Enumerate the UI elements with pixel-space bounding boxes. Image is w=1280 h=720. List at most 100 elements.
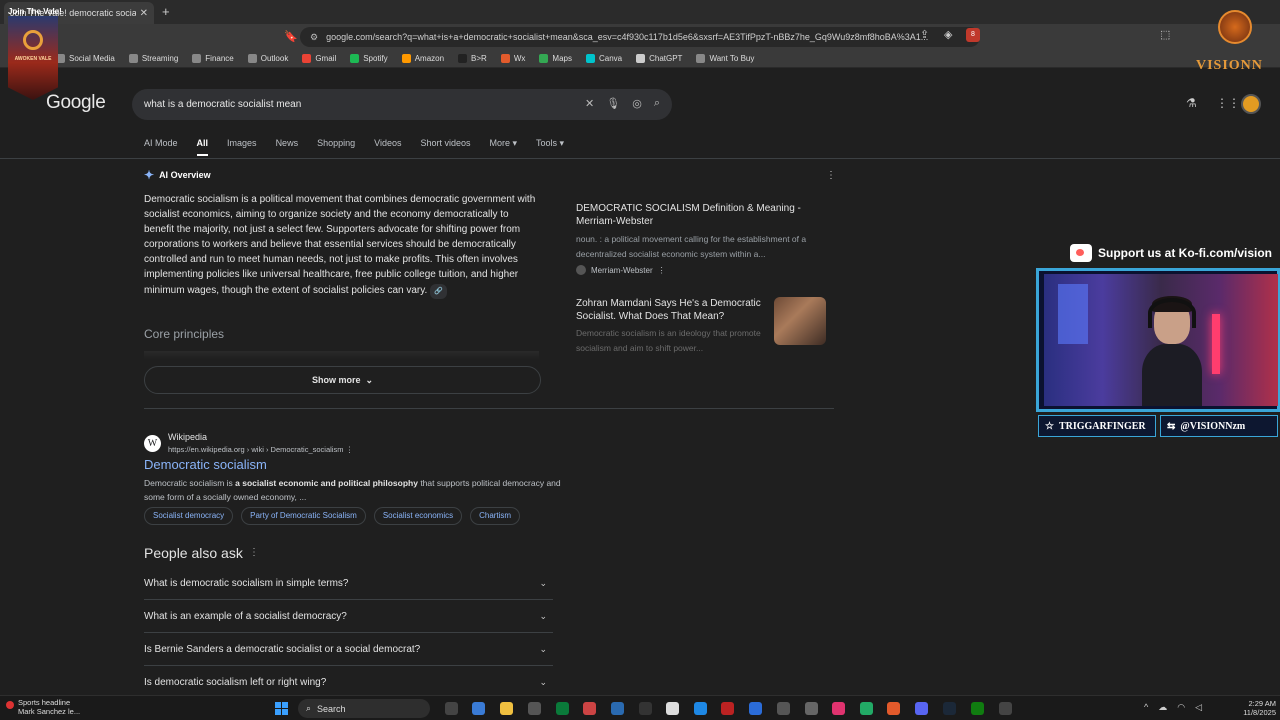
apps-grid-icon[interactable]: ⋮⋮ [1216,96,1240,110]
search-icon[interactable]: ⌕ [654,97,660,110]
bookmark-item[interactable]: Gmail [302,54,336,63]
close-icon[interactable]: ✕ [140,8,148,19]
related-chip[interactable]: Party of Democratic Socialism [241,507,366,525]
bookmark-item[interactable]: Amazon [401,54,444,63]
tab-short-videos[interactable]: Short videos [420,138,470,156]
tab-videos[interactable]: Videos [374,138,401,156]
app-icon[interactable] [860,702,873,715]
streamer [1142,294,1202,406]
app-icon[interactable] [666,702,679,715]
bookmark-icon [500,54,510,63]
labs-icon[interactable]: ⚗ [1186,96,1197,110]
related-chip[interactable]: Socialist democracy [144,507,234,525]
site-info-icon[interactable]: ⚙ [310,32,318,43]
app-icon[interactable] [583,702,596,715]
bookmark-item[interactable]: ChatGPT [636,54,682,63]
address-bar[interactable]: ⚙ google.com/search?q=what+is+a+democrat… [300,27,980,47]
clock[interactable]: 2:29 AM 11/8/2025 [1236,699,1276,717]
wifi-icon[interactable]: ◠ [1177,702,1185,713]
new-tab-icon[interactable]: + [162,4,170,19]
lens-icon[interactable]: ◎ [632,97,642,110]
tab-news[interactable]: News [276,138,299,156]
chevron-down-icon: ⌄ [365,374,374,385]
more-options-icon[interactable]: ⋮ [658,266,666,275]
bookmark-icon [539,54,549,63]
task-view-icon[interactable] [445,702,458,715]
result-url[interactable]: https://en.wikipedia.org › wiki › Democr… [168,445,353,454]
app-icon[interactable] [749,702,762,715]
bookmark-item[interactable]: Finance [192,54,234,63]
app-icon[interactable] [556,702,569,715]
taskbar-search[interactable]: ⌕ Search [298,699,430,718]
file-explorer-icon[interactable] [500,702,513,715]
bookmark-icon [128,54,138,63]
extension-icon[interactable]: ◈ [944,28,952,41]
result-site-name[interactable]: Wikipedia [168,432,207,442]
bookmark-item[interactable]: Spotify [350,54,388,63]
source-thumbnail[interactable] [774,297,826,345]
tab-more[interactable]: More ▾ [490,138,518,156]
star-icon: ☆ [1045,420,1054,432]
volume-icon[interactable]: ◁ [1195,702,1202,713]
app-icon[interactable] [639,702,652,715]
show-more-button[interactable]: Show more ⌄ [144,366,541,394]
share-icon[interactable]: ⇪ [920,28,929,41]
bookmark-item[interactable]: Social Media [56,54,115,63]
google-logo[interactable]: Google [46,92,106,114]
tab-ai-mode[interactable]: AI Mode [144,138,178,156]
bookmark-icon [585,54,595,63]
app-icon[interactable] [999,702,1012,715]
app-icon[interactable] [805,702,818,715]
vision-logo: VISIONN [1190,0,1280,80]
brave-icon[interactable] [887,702,900,715]
paa-question[interactable]: Is Bernie Sanders a democratic socialist… [144,633,553,666]
chevron-down-icon: ⌄ [539,676,547,687]
related-chip[interactable]: Socialist economics [373,507,463,525]
tab-all[interactable]: All [196,138,209,156]
chevron-up-icon[interactable]: ^ [1144,702,1148,713]
discord-icon[interactable] [915,702,928,715]
paa-question[interactable]: What is democratic socialism in simple t… [144,567,553,600]
source-title[interactable]: DEMOCRATIC SOCIALISM Definition & Meanin… [576,203,816,228]
related-chip[interactable]: Chartism [470,507,521,525]
edge-icon[interactable] [694,702,707,715]
bookmark-item[interactable]: Outlook [247,54,288,63]
bookmark-icon[interactable]: 🔖 [284,30,298,43]
bookmark-item[interactable]: Wx [500,54,525,63]
bookmark-item[interactable]: Want To Buy [696,54,754,63]
link-icon[interactable]: 🔗 [430,283,447,299]
source-site[interactable]: Merriam-Webster ⋮ [576,265,666,275]
more-options-icon[interactable]: ⋮ [346,445,354,454]
windows-start-icon[interactable] [275,702,288,715]
xbox-icon[interactable] [971,702,984,715]
extension-badge[interactable]: 8 [966,28,980,42]
cloud-icon[interactable]: ☁ [1158,702,1167,713]
terminal-icon[interactable] [528,702,541,715]
app-icon[interactable] [721,702,734,715]
more-options-icon[interactable]: ⋮ [826,170,836,181]
bookmark-item[interactable]: Streaming [128,54,178,63]
download-icon[interactable]: ⬚ [1160,28,1170,41]
bookmark-item[interactable]: B>R [458,54,487,63]
search-tabs: AI Mode All Images News Shopping Videos Short … [144,138,583,156]
paa-question[interactable]: What is an example of a socialist democr… [144,600,553,633]
source-title[interactable]: Zohran Mamdani Says He's a Democratic So… [576,298,766,323]
news-widget[interactable]: Sports headline Mark Sanchez le... [6,698,80,716]
search-input[interactable]: what is a democratic socialist mean ✕ 🎙 … [132,89,672,120]
app-icon[interactable] [777,702,790,715]
result-title-link[interactable]: Democratic socialism [144,457,267,472]
divider [0,158,1280,159]
tab-images[interactable]: Images [227,138,257,156]
tab-tools[interactable]: Tools ▾ [536,138,564,156]
more-options-icon[interactable]: ⋮ [249,547,259,558]
bookmark-item[interactable]: Maps [539,54,572,63]
app-icon[interactable] [611,702,624,715]
app-icon[interactable] [832,702,845,715]
steam-icon[interactable] [943,702,956,715]
avatar[interactable] [1241,94,1261,114]
copilot-icon[interactable] [472,702,485,715]
bookmark-item[interactable]: Canva [585,54,622,63]
tab-shopping[interactable]: Shopping [317,138,355,156]
mic-icon[interactable]: 🎙 [606,97,620,110]
clear-icon[interactable]: ✕ [585,97,594,110]
